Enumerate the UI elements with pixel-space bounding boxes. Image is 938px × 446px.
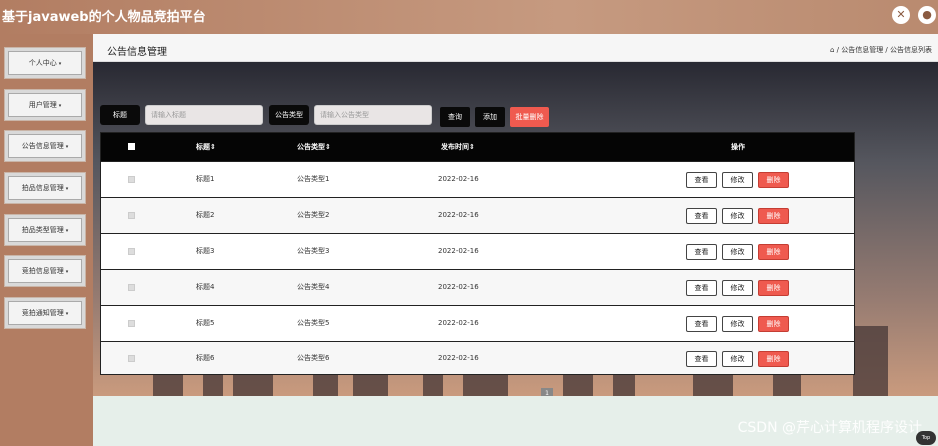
table-row: 标题3 公告类型3 2022-02-16 查看 修改 删除 [101,233,854,269]
cell-type: 公告类型6 [297,354,330,362]
column-header-date[interactable]: 发布时间⇕ [441,133,475,161]
table-header: 标题⇕ 公告类型⇕ 发布时间⇕ 操作 [101,133,854,161]
table-row: 标题6 公告类型6 2022-02-16 查看 修改 删除 [101,341,854,374]
back-to-top-button[interactable]: Top [916,431,936,445]
edit-button[interactable]: 修改 [722,208,753,224]
chevron-down-icon: ▾ [65,228,69,234]
title-label: 标题 [100,105,140,125]
view-button[interactable]: 查看 [686,280,717,296]
cell-title: 标题3 [196,247,215,255]
table-row: 标题2 公告类型2 2022-02-16 查看 修改 删除 [101,197,854,233]
cell-type: 公告类型5 [297,319,330,327]
column-header-title[interactable]: 标题⇕ [196,133,216,161]
fullscreen-icon[interactable]: ✕ [892,6,910,24]
cell-date: 2022-02-16 [438,247,479,255]
hero-background: 标题 请输入标题 公告类型 请输入公告类型 查询 添加 批量删除 标题⇕ 公告类… [93,62,938,396]
cell-title: 标题4 [196,283,215,291]
app-title: 基于javaweb的个人物品竞拍平台 [2,10,206,25]
cell-title: 标题5 [196,319,215,327]
select-all-checkbox[interactable] [128,143,135,150]
cell-type: 公告类型3 [297,247,330,255]
delete-button[interactable]: 删除 [758,316,789,332]
skyline-building [853,326,888,396]
cell-type: 公告类型1 [297,175,330,183]
cell-date: 2022-02-16 [438,354,479,362]
view-button[interactable]: 查看 [686,208,717,224]
row-checkbox[interactable] [128,212,135,219]
sidebar-item-users[interactable]: 用户管理 ▾ [5,90,85,120]
cell-title: 标题6 [196,354,215,362]
cell-type: 公告类型4 [297,283,330,291]
chevron-down-icon: ▾ [58,61,62,67]
column-header-type[interactable]: 公告类型⇕ [297,133,331,161]
view-button[interactable]: 查看 [686,244,717,260]
chevron-down-icon: ▾ [65,311,69,317]
sidebar-item-items[interactable]: 拍品信息管理 ▾ [5,173,85,203]
announcement-table: 标题⇕ 公告类型⇕ 发布时间⇕ 操作 标题1 公告类型1 2022-02-16 … [100,132,855,375]
column-header-actions: 操作 [731,143,745,151]
edit-button[interactable]: 修改 [722,244,753,260]
cell-date: 2022-02-16 [438,319,479,327]
add-button[interactable]: 添加 [475,107,505,127]
type-search-input[interactable]: 请输入公告类型 [314,105,432,125]
sidebar-item-label: 拍品类型管理 [21,226,64,234]
sidebar-item-label: 个人中心 [28,59,57,67]
view-button[interactable]: 查看 [686,351,717,367]
type-label: 公告类型 [269,105,309,125]
edit-button[interactable]: 修改 [722,351,753,367]
view-button[interactable]: 查看 [686,316,717,332]
sidebar: 个人中心 ▾ 用户管理 ▾ 公告信息管理 ▾ 拍品信息管理 ▾ 拍品类型管理 ▾ 竞拍信息… [0,34,93,446]
table-row: 标题5 公告类型5 2022-02-16 查看 修改 删除 [101,305,854,341]
sidebar-item-personal-center[interactable]: 个人中心 ▾ [5,48,85,78]
sidebar-item-bids[interactable]: 竞拍信息管理 ▾ [5,256,85,286]
chevron-down-icon: ▾ [65,144,69,150]
cell-title: 标题2 [196,211,215,219]
cell-date: 2022-02-16 [438,211,479,219]
chevron-down-icon: ▾ [58,103,62,109]
table-row: 标题1 公告类型1 2022-02-16 查看 修改 删除 [101,161,854,197]
sidebar-item-label: 拍品信息管理 [21,184,64,192]
search-button[interactable]: 查询 [440,107,470,127]
edit-button[interactable]: 修改 [722,172,753,188]
edit-button[interactable]: 修改 [722,280,753,296]
row-checkbox[interactable] [128,355,135,362]
cell-date: 2022-02-16 [438,283,479,291]
table-row: 标题4 公告类型4 2022-02-16 查看 修改 删除 [101,269,854,305]
cell-date: 2022-02-16 [438,175,479,183]
delete-button[interactable]: 删除 [758,244,789,260]
breadcrumb[interactable]: ⌂ / 公告信息管理 / 公告信息列表 [830,45,932,55]
pagination-page-1[interactable]: 1 [541,388,553,396]
delete-button[interactable]: 删除 [758,351,789,367]
sidebar-item-label: 竞拍信息管理 [21,267,64,275]
delete-button[interactable]: 删除 [758,280,789,296]
main-content: 公告信息管理 ⌂ / 公告信息管理 / 公告信息列表 标题 请输入标题 公告类型… [93,34,938,446]
delete-button[interactable]: 删除 [758,172,789,188]
header-bar: 公告信息管理 ⌂ / 公告信息管理 / 公告信息列表 [93,34,938,62]
row-checkbox[interactable] [128,248,135,255]
chevron-down-icon: ▾ [65,269,69,275]
sidebar-item-item-types[interactable]: 拍品类型管理 ▾ [5,215,85,245]
row-checkbox[interactable] [128,320,135,327]
title-search-input[interactable]: 请输入标题 [145,105,263,125]
sidebar-item-label: 公告信息管理 [21,142,64,150]
user-icon[interactable]: ● [918,6,936,24]
sidebar-item-announcements[interactable]: 公告信息管理 ▾ [5,131,85,161]
cell-title: 标题1 [196,175,215,183]
view-button[interactable]: 查看 [686,172,717,188]
batch-delete-button[interactable]: 批量删除 [510,107,549,127]
row-checkbox[interactable] [128,176,135,183]
sidebar-item-bid-notices[interactable]: 竞拍通知管理 ▾ [5,298,85,328]
chevron-down-icon: ▾ [65,186,69,192]
delete-button[interactable]: 删除 [758,208,789,224]
row-checkbox[interactable] [128,284,135,291]
page-title: 公告信息管理 [107,47,167,58]
edit-button[interactable]: 修改 [722,316,753,332]
sidebar-item-label: 用户管理 [28,101,57,109]
top-bar: 基于javaweb的个人物品竞拍平台 ✕ ● [0,0,938,34]
cell-type: 公告类型2 [297,211,330,219]
watermark-text: CSDN @芹心计算机程序设计 [737,420,922,436]
sidebar-item-label: 竞拍通知管理 [21,309,64,317]
